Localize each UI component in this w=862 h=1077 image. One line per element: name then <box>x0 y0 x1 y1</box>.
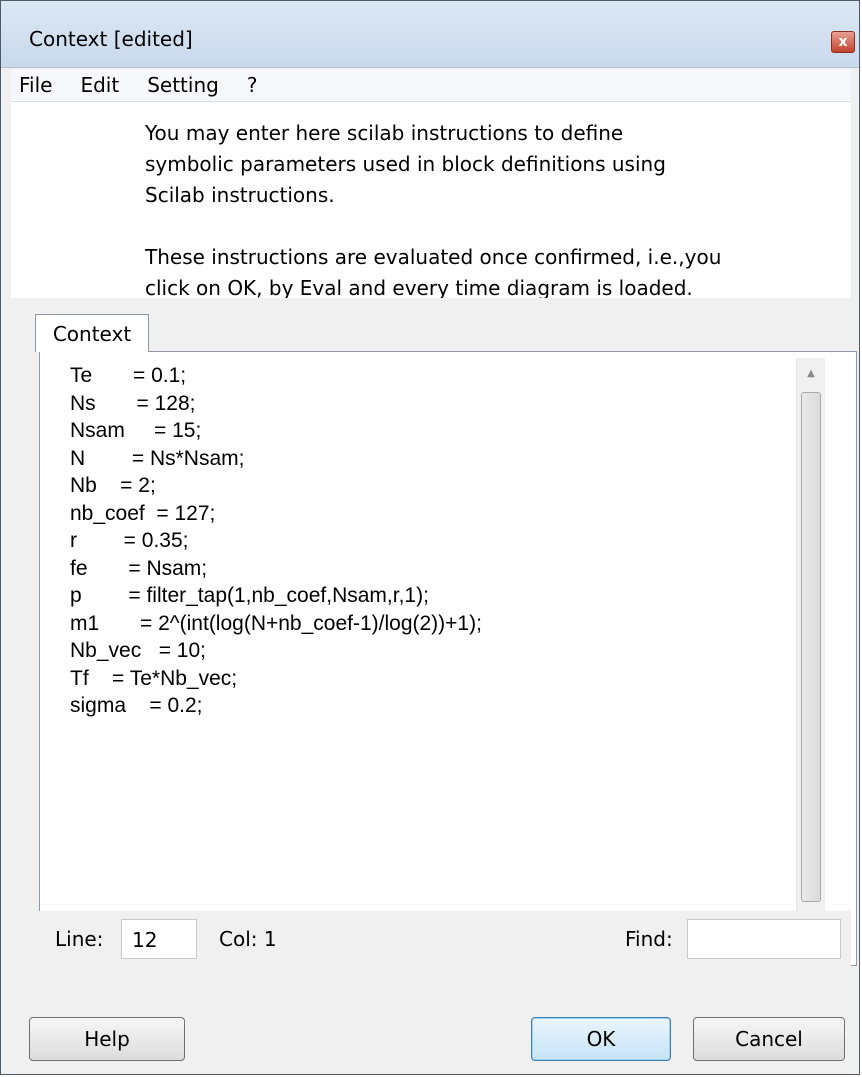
cancel-button[interactable]: Cancel <box>693 1017 845 1061</box>
code-line: r = 0.35; <box>70 529 189 552</box>
menu-help[interactable]: ? <box>233 69 272 101</box>
menu-setting[interactable]: Setting <box>133 69 233 101</box>
info-line: These instructions are evaluated once co… <box>145 245 722 269</box>
line-number-field[interactable]: 12 <box>121 919 197 959</box>
code-line: Ns = 128; <box>70 391 196 415</box>
code-line: Nb_vec = 10; <box>70 639 206 662</box>
vertical-scrollbar[interactable]: ▲ ▼ <box>796 358 825 938</box>
info-line: Scilab instructions. <box>145 183 335 207</box>
info-panel: You may enter here scilab instructions t… <box>11 102 851 300</box>
context-dialog: Context [edited] x File Edit Setting ? Y… <box>0 0 860 1075</box>
menu-edit[interactable]: Edit <box>66 69 133 101</box>
tab-area: Context Te = 0.1; Ns = 128; Nsam = 15; N… <box>11 298 857 966</box>
find-label: Find: <box>625 927 673 951</box>
code-line: Tf = Te*Nb_vec; <box>70 666 238 690</box>
close-icon[interactable]: x <box>831 31 855 53</box>
help-button[interactable]: Help <box>29 1017 185 1061</box>
code-line: N = Ns*Nsam; <box>70 446 245 470</box>
code-line: fe = Nsam; <box>70 556 208 580</box>
code-line: p = filter_tap(1,nb_coef,Nsam,r,1); <box>70 584 429 607</box>
line-label: Line: <box>55 927 104 951</box>
code-line: nb_coef = 127; <box>70 501 216 525</box>
scroll-thumb[interactable] <box>801 392 821 902</box>
code-line: m1 = 2^(int(log(N+nb_coef-1)/log(2))+1); <box>70 611 482 635</box>
ok-button[interactable]: OK <box>531 1017 671 1061</box>
info-line: symbolic parameters used in block defini… <box>145 152 666 176</box>
scroll-up-icon[interactable]: ▲ <box>797 358 825 388</box>
status-bar: Line: 12 Col: 1 Find: <box>11 911 851 967</box>
code-line: sigma = 0.2; <box>70 694 203 717</box>
title-bar[interactable]: Context [edited] x <box>1 1 859 68</box>
col-label: Col: 1 <box>219 927 277 951</box>
menu-bar: File Edit Setting ? <box>11 69 851 102</box>
find-input[interactable] <box>687 919 841 959</box>
menu-file[interactable]: File <box>11 69 66 101</box>
tab-panel: Te = 0.1; Ns = 128; Nsam = 15; N = Ns*Ns… <box>39 351 857 966</box>
context-editor[interactable]: Te = 0.1; Ns = 128; Nsam = 15; N = Ns*Ns… <box>56 358 796 938</box>
code-line: Nb = 2; <box>70 474 156 497</box>
code-line: Nsam = 15; <box>70 419 202 442</box>
tab-context[interactable]: Context <box>35 314 149 352</box>
close-glyph: x <box>838 34 848 50</box>
window-title: Context [edited] <box>29 27 193 51</box>
info-line: You may enter here scilab instructions t… <box>145 121 624 145</box>
code-line: Te = 0.1; <box>70 364 187 387</box>
